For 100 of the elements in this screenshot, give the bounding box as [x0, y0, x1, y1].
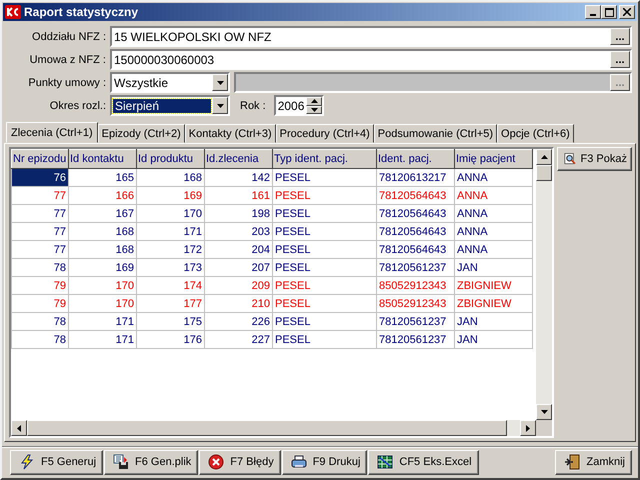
table-cell: 167: [68, 204, 136, 222]
minimize-button[interactable]: [585, 5, 601, 19]
field-label: Umowa z NFZ :: [28, 54, 106, 66]
table-cell: JAN: [454, 312, 532, 330]
table-cell: 177: [136, 294, 204, 312]
column-header[interactable]: Nr epizodu: [12, 150, 68, 168]
table-cell: 171: [68, 312, 136, 330]
table-cell: 78120564643: [376, 186, 454, 204]
table-cell: 204: [204, 240, 272, 258]
branch-field[interactable]: 15 WIELKOPOLSKI OW NFZ ...: [110, 26, 632, 47]
table-cell: 207: [204, 258, 272, 276]
floppy-disk-icon: [113, 454, 130, 470]
table-cell: 77: [12, 186, 68, 204]
table-cell: ZBIGNIEW: [454, 276, 532, 294]
table-cell: 168: [136, 168, 204, 186]
table-cell: 85052912343: [376, 276, 454, 294]
table-cell: 175: [136, 312, 204, 330]
table-cell: PESEL: [272, 276, 376, 294]
browse-button[interactable]: ...: [610, 51, 630, 68]
tab[interactable]: Epizody (Ctrl+2): [98, 124, 185, 143]
table-cell: 169: [68, 258, 136, 276]
table-cell: PESEL: [272, 312, 376, 330]
scroll-up-icon[interactable]: [536, 149, 552, 165]
table-cell: 168: [68, 222, 136, 240]
tab[interactable]: Kontakty (Ctrl+3): [184, 124, 276, 143]
toolbar-button[interactable]: F5 Generuj: [10, 450, 104, 474]
table-cell: ANNA: [454, 168, 532, 186]
table-cell: 170: [68, 276, 136, 294]
table-cell: PESEL: [272, 186, 376, 204]
toolbar-button[interactable]: F6 Gen.plik: [104, 450, 198, 474]
table-cell: 77: [12, 240, 68, 258]
close-icon: [623, 8, 631, 16]
toolbar-button[interactable]: F7 Błędy: [199, 450, 281, 474]
maximize-button[interactable]: [601, 5, 617, 19]
table-cell: 78: [12, 258, 68, 276]
table-cell: PESEL: [272, 222, 376, 240]
tab[interactable]: Procedury (Ctrl+4): [276, 124, 374, 143]
contract-field[interactable]: 150000030060003 ...: [110, 49, 632, 70]
table-cell: PESEL: [272, 168, 376, 186]
close-window-button[interactable]: Zamknij: [555, 450, 632, 474]
points-dropdown[interactable]: Wszystkie: [110, 72, 230, 93]
tab[interactable]: Podsumowanie (Ctrl+5): [374, 124, 498, 143]
column-header[interactable]: Id.zlecenia: [204, 150, 272, 168]
table-cell: 171: [68, 330, 136, 348]
table-cell: 170: [68, 294, 136, 312]
scroll-left-icon[interactable]: [11, 420, 27, 436]
column-header[interactable]: Id produktu: [136, 150, 204, 168]
table-cell: 173: [136, 258, 204, 276]
column-header[interactable]: Ident. pacj.: [376, 150, 454, 168]
year-spinbox[interactable]: 2006: [274, 95, 324, 116]
toolbar-button[interactable]: CF5 Eks.Excel: [368, 450, 479, 474]
table-cell: 78120564643: [376, 240, 454, 258]
table-cell: 165: [68, 168, 136, 186]
table-cell: 169: [136, 186, 204, 204]
close-button[interactable]: [619, 5, 635, 19]
table-cell: 171: [136, 222, 204, 240]
table-cell: 78120564643: [376, 222, 454, 240]
table-cell: 198: [204, 204, 272, 222]
table-cell: 226: [204, 312, 272, 330]
field-label: Okres rozl.:: [48, 100, 106, 112]
table-cell: 78120561237: [376, 330, 454, 348]
table-cell: ANNA: [454, 222, 532, 240]
table-cell: 85052912343: [376, 294, 454, 312]
table-cell: 176: [136, 330, 204, 348]
table-cell: 168: [68, 240, 136, 258]
scroll-thumb[interactable]: [536, 165, 552, 181]
lightning-icon: [19, 454, 35, 470]
app-logo-icon: [5, 4, 21, 20]
field-label: Oddziału NFZ :: [31, 30, 106, 42]
table-cell: 172: [136, 240, 204, 258]
scroll-right-icon[interactable]: [520, 420, 536, 436]
field-label: Punkty umowy :: [27, 76, 106, 88]
table-cell: 78120613217: [376, 168, 454, 186]
vertical-scrollbar[interactable]: [536, 149, 552, 420]
window-title: Raport statystyczny: [24, 5, 140, 19]
printer-icon: [290, 454, 307, 470]
table-cell: 78: [12, 312, 68, 330]
table-cell: ZBIGNIEW: [454, 294, 532, 312]
table-cell: 76: [12, 168, 68, 186]
table-cell: 78120561237: [376, 258, 454, 276]
table-cell: PESEL: [272, 330, 376, 348]
maximize-icon: [604, 8, 614, 16]
column-header[interactable]: Typ ident. pacj.: [272, 150, 376, 168]
table-cell: 174: [136, 276, 204, 294]
column-header[interactable]: Imię pacjent: [454, 150, 532, 168]
toolbar-button[interactable]: F9 Drukuj: [282, 450, 368, 474]
table-cell: 142: [204, 168, 272, 186]
tab[interactable]: Zlecenia (Ctrl+1): [6, 122, 98, 143]
table-cell: 227: [204, 330, 272, 348]
table-cell: 78120564643: [376, 204, 454, 222]
period-dropdown[interactable]: Sierpień: [110, 95, 230, 116]
table-cell: PESEL: [272, 294, 376, 312]
column-header[interactable]: Id kontaktu: [68, 150, 136, 168]
spreadsheet-icon: [377, 454, 394, 470]
browse-button[interactable]: ...: [610, 28, 630, 45]
scroll-down-icon[interactable]: [536, 404, 552, 420]
table-cell: 79: [12, 276, 68, 294]
show-button[interactable]: F3 Pokaż: [557, 147, 632, 171]
tab[interactable]: Opcje (Ctrl+6): [497, 124, 574, 143]
table-cell: 79: [12, 294, 68, 312]
